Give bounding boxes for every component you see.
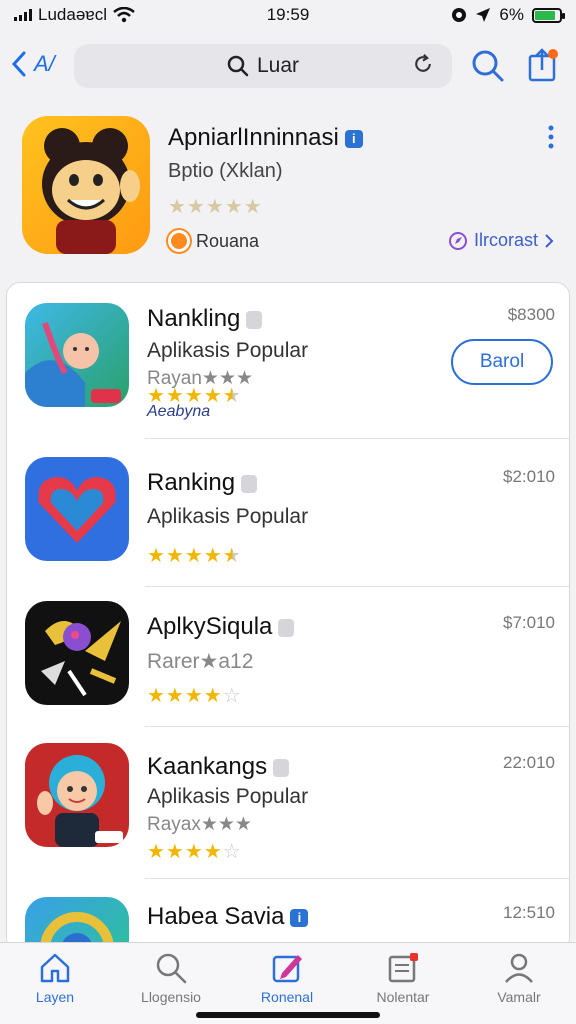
app-rank: Rayax★★★ — [147, 814, 252, 835]
app-extra: Aeabyna — [147, 403, 211, 420]
lock-icon — [246, 310, 263, 329]
search-icon — [156, 953, 187, 984]
featured-app-subtitle: Bptio (Xklan) — [168, 160, 283, 182]
featured-app[interactable]: ApniarlInninnasi i Bptio (Xklan) ★★★★★ Ro… — [0, 110, 576, 270]
featured-link-label: Ilrcorast — [473, 230, 538, 250]
app-icon — [25, 601, 129, 705]
home-indicator — [196, 1012, 380, 1018]
carrier-label: Ludaəɐcl — [38, 5, 108, 24]
share-icon[interactable] — [526, 46, 560, 84]
app-name: AplkySiqula — [147, 613, 295, 641]
tab-label: Ronenal — [260, 989, 314, 1005]
app-rank: Rarer★a12 — [147, 650, 254, 673]
tab-updates[interactable]: Nolentar — [348, 951, 458, 1005]
app-rating: ★★★★☆ — [147, 841, 242, 863]
list-item[interactable]: Kaankangs Aplikasis Popular Rayax★★★ ★★★… — [7, 727, 569, 879]
lock-icon — [241, 474, 258, 493]
updates-icon — [388, 953, 418, 983]
tab-bar: Layen Llogensio Ronenal Nolentar Vamalr — [0, 942, 576, 1024]
tab-label: Llogensio — [141, 989, 201, 1005]
app-price: $7:010 — [503, 613, 555, 632]
tab-label: Vamalr — [497, 989, 541, 1005]
nav-bar: A/ Luar — [0, 40, 576, 92]
back-button[interactable]: A/ — [10, 50, 55, 78]
battery-percent: 6% — [499, 5, 524, 24]
app-list: Nankling Aplikasis Popular Rayan★★★ ★★★★… — [6, 282, 570, 952]
tab-label: Nolentar — [376, 989, 430, 1005]
app-icon — [25, 743, 129, 847]
tab-profile[interactable]: Vamalr — [464, 951, 574, 1005]
app-rating: ★★★★☆ — [147, 685, 242, 707]
get-button[interactable]: Barol — [451, 339, 553, 385]
app-icon — [25, 303, 129, 407]
featured-app-icon — [22, 116, 150, 254]
app-name: Nankling — [147, 305, 263, 333]
app-name: Kaankangs — [147, 753, 290, 781]
search-bar[interactable]: Luar — [74, 44, 452, 88]
app-icon — [25, 457, 129, 561]
info-badge: i — [344, 129, 363, 148]
app-category: Aplikasis Popular — [147, 339, 309, 362]
app-category: Aplikasis Popular — [147, 785, 309, 808]
app-category: Aplikasis Popular — [147, 505, 309, 528]
tab-search[interactable]: Llogensio — [116, 951, 226, 1005]
profile-icon — [505, 953, 533, 983]
tab-label: Layen — [35, 989, 75, 1005]
search-icon[interactable] — [470, 48, 506, 84]
featured-rating: ★★★★★ — [168, 196, 263, 218]
edit-icon — [272, 955, 302, 983]
app-name: Habea Savia i — [147, 903, 309, 931]
signal-icon — [14, 9, 32, 21]
featured-app-title: ApniarlInninnasi i — [168, 124, 363, 152]
reload-icon[interactable] — [412, 53, 434, 75]
featured-link[interactable]: Ilrcorast — [448, 230, 554, 251]
lock-icon — [278, 618, 295, 637]
app-price: $2:010 — [503, 467, 555, 486]
wifi-icon — [113, 7, 135, 23]
location-icon — [476, 8, 491, 22]
status-bar: Ludaəɐcl 19:59 6% — [0, 0, 576, 30]
app-price: 12:510 — [503, 903, 555, 922]
lock-icon — [273, 758, 290, 777]
app-name: Ranking — [147, 469, 258, 497]
featured-title-text: ApniarlInninnasi — [168, 124, 339, 151]
info-badge: i — [290, 908, 309, 927]
app-price: 22:010 — [503, 753, 555, 772]
tab-today[interactable]: Layen — [0, 951, 110, 1005]
list-item[interactable]: Nankling Aplikasis Popular Rayan★★★ ★★★★… — [7, 283, 569, 439]
chevron-right-icon — [545, 233, 554, 248]
brand-logo-icon — [168, 230, 190, 252]
chevron-left-icon — [11, 51, 26, 77]
more-icon[interactable] — [546, 124, 556, 150]
home-icon — [40, 953, 70, 983]
clock: 19:59 — [266, 5, 310, 24]
featured-brand: Rouana — [168, 230, 259, 252]
focus-icon — [452, 8, 467, 22]
list-item[interactable]: AplkySiqula Rarer★a12 ★★★★☆ $7:010 — [7, 587, 569, 727]
list-item[interactable]: Ranking Aplikasis Popular ★★★★★ $2:010 — [7, 439, 569, 587]
app-price: $8300 — [507, 305, 555, 324]
brand-label: Rouana — [196, 230, 260, 251]
tab-create[interactable]: Ronenal — [232, 951, 342, 1005]
app-rating: ★★★★★ — [147, 545, 242, 567]
back-label: A/ — [34, 51, 55, 76]
discover-icon — [448, 231, 467, 250]
battery-icon — [532, 7, 565, 23]
search-text: Luar — [256, 54, 300, 77]
search-icon — [227, 55, 249, 77]
